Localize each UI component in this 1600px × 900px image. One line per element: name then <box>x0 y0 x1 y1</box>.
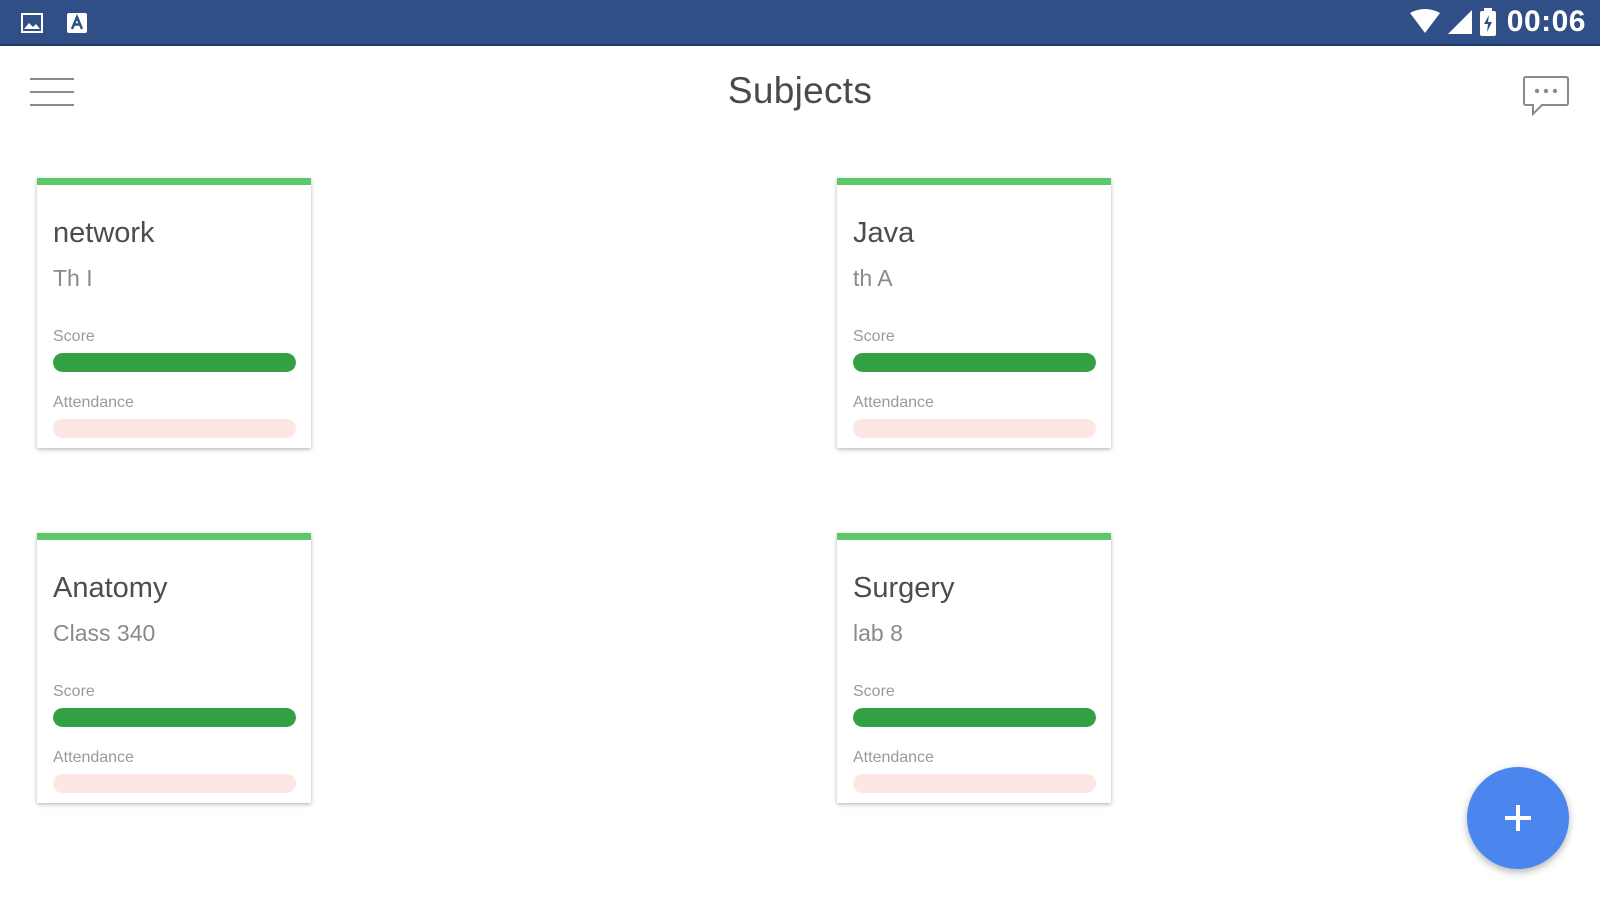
score-label: Score <box>53 328 95 345</box>
add-subject-button[interactable] <box>1467 767 1569 869</box>
subject-location: lab 8 <box>853 620 903 646</box>
subject-title: Surgery <box>853 572 955 604</box>
app-notification-icon <box>67 13 87 33</box>
chat-bubble-icon <box>1523 76 1569 117</box>
attendance-progress-bar <box>853 774 1096 793</box>
subject-card[interactable]: Anatomy Class 340 Score Attendance <box>37 533 311 803</box>
attendance-label: Attendance <box>53 394 134 411</box>
status-bar-time: 00:06 <box>1506 5 1586 38</box>
score-label: Score <box>53 683 95 700</box>
subject-card[interactable]: Surgery lab 8 Score Attendance <box>837 533 1111 803</box>
attendance-progress-bar <box>53 419 296 438</box>
status-bar-system: 00:06 <box>1409 5 1586 39</box>
attendance-label: Attendance <box>853 749 934 766</box>
attendance-progress-bar <box>853 419 1096 438</box>
battery-icon <box>1479 8 1496 36</box>
score-progress-bar <box>853 353 1096 372</box>
score-progress-fill <box>53 353 296 372</box>
score-label: Score <box>853 683 895 700</box>
plus-icon <box>1505 805 1531 831</box>
subject-location: Class 340 <box>53 620 156 646</box>
chat-button[interactable] <box>1522 74 1570 118</box>
subject-card[interactable]: network Th I Score Attendance <box>37 178 311 448</box>
status-bar-notifications <box>20 11 89 35</box>
cell-signal-icon <box>1447 10 1472 34</box>
app-bar: Subjects <box>0 46 1600 142</box>
score-progress-fill <box>853 708 1096 727</box>
page-title: Subjects <box>727 70 873 111</box>
status-bar: 00:06 <box>0 0 1600 46</box>
subject-title: Java <box>853 217 915 249</box>
score-progress-bar <box>53 353 296 372</box>
wifi-icon <box>1409 9 1440 33</box>
score-progress-fill <box>53 708 296 727</box>
attendance-progress-bar <box>53 774 296 793</box>
attendance-label: Attendance <box>853 394 934 411</box>
score-progress-bar <box>853 708 1096 727</box>
score-label: Score <box>853 328 895 345</box>
subject-title: Anatomy <box>53 572 168 604</box>
attendance-label: Attendance <box>53 749 134 766</box>
subject-location: Th I <box>53 265 93 291</box>
image-notification-icon <box>21 13 43 33</box>
subject-card[interactable]: Java th A Score Attendance <box>837 178 1111 448</box>
subject-title: network <box>53 217 155 249</box>
score-progress-bar <box>53 708 296 727</box>
subject-location: th A <box>853 265 893 291</box>
score-progress-fill <box>853 353 1096 372</box>
